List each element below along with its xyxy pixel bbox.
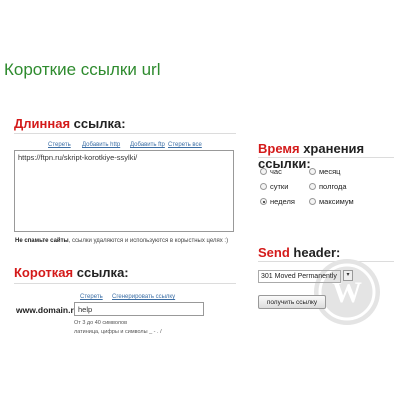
radio-week-label: неделя [270, 197, 295, 206]
short-link-divider [14, 283, 236, 284]
radio-day-button[interactable] [260, 183, 267, 190]
short-link-input[interactable] [74, 302, 204, 316]
short-link-title-accent: Короткая [14, 265, 74, 280]
radio-week-button[interactable] [260, 198, 267, 205]
short-erase-link[interactable]: Стереть [80, 294, 103, 300]
add-ftp-link[interactable]: Добавить ftp [130, 142, 165, 148]
radio-half-year[interactable]: полгода [309, 182, 347, 191]
radio-month-label: месяц [319, 167, 341, 176]
radio-hour[interactable]: час [260, 167, 282, 176]
radio-day-label: сутки [270, 182, 289, 191]
get-link-button[interactable]: получить ссылку [258, 295, 326, 309]
spam-warning-rest: , ссылки удаляются и используются в коры… [68, 238, 229, 244]
radio-hour-label: час [270, 167, 282, 176]
radio-max[interactable]: максимум [309, 197, 354, 206]
long-link-textarea[interactable]: https://ftpn.ru/skript-korotkiye-ssylki/ [14, 150, 234, 232]
page-title: Короткие ссылки url [4, 60, 161, 79]
long-link-divider [14, 133, 236, 134]
radio-hour-button[interactable] [260, 168, 267, 175]
long-link-title-rest: ссылка: [70, 116, 126, 131]
short-link-hint-2: латиница, цифры и символы _ - . / [74, 329, 162, 335]
add-http-link[interactable]: Добавить http [82, 142, 120, 148]
short-link-title: Короткая ссылка: [14, 265, 129, 280]
chevron-down-icon[interactable]: ▾ [343, 270, 353, 281]
long-link-title-accent: Длинная [14, 116, 71, 131]
radio-day[interactable]: сутки [260, 182, 288, 191]
radio-half-year-button[interactable] [309, 183, 316, 190]
spam-warning: Не спамьте сайты, ссылки удаляются и исп… [15, 238, 228, 244]
domain-prefix: www.domain.ru/ [16, 305, 82, 315]
radio-max-label: максимум [319, 197, 354, 206]
radio-month[interactable]: месяц [309, 167, 340, 176]
radio-month-button[interactable] [309, 168, 316, 175]
short-link-hint-1: От 3 до 40 символов [74, 320, 128, 326]
spam-warning-bold: Не спамьте сайты [15, 238, 69, 244]
header-select[interactable]: 301 Moved Permanently [258, 270, 341, 283]
radio-week[interactable]: неделя [260, 197, 295, 206]
wordpress-logo-icon: W [314, 259, 380, 325]
erase-all-link[interactable]: Стереть все [168, 142, 202, 148]
storage-title-accent: Время [258, 141, 300, 156]
send-header-title-accent: Send [258, 245, 290, 260]
radio-half-year-label: полгода [319, 182, 347, 191]
long-erase-link[interactable]: Стереть [48, 142, 71, 148]
radio-max-button[interactable] [309, 198, 316, 205]
short-link-title-rest: ссылка: [73, 265, 129, 280]
storage-divider [258, 157, 394, 158]
long-link-title: Длинная ссылка: [14, 116, 126, 131]
generate-link[interactable]: Сгенерировать ссылку [112, 294, 175, 300]
